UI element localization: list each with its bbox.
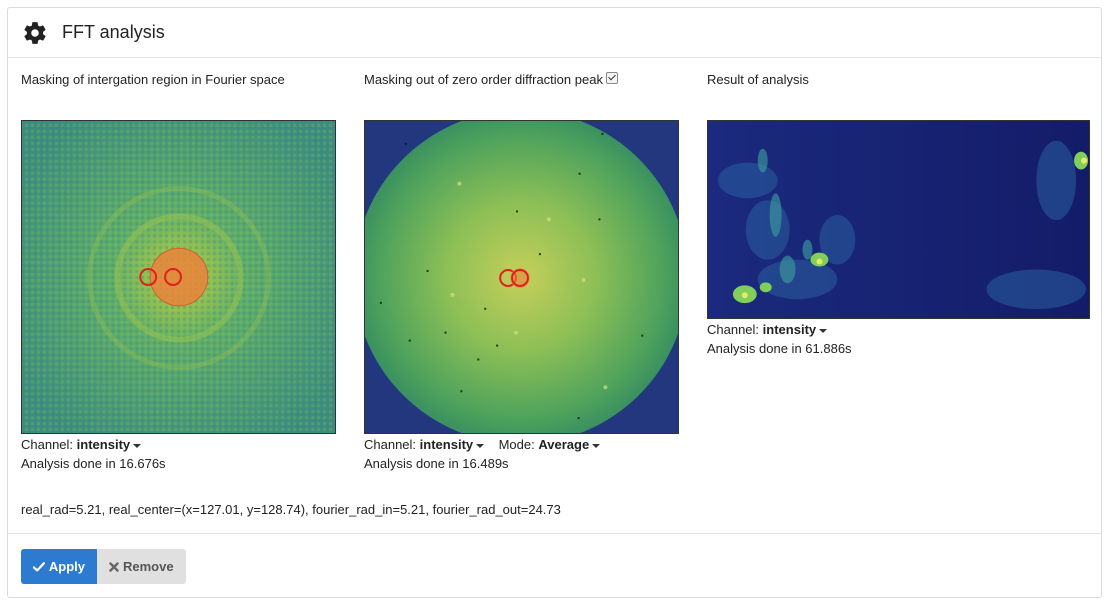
caret-down-icon bbox=[476, 443, 485, 448]
mode-label: Mode: bbox=[498, 437, 535, 452]
check-icon bbox=[33, 561, 45, 571]
channel-value: intensity bbox=[76, 437, 131, 452]
channel-label: Channel: bbox=[364, 437, 417, 452]
remove-button-label: Remove bbox=[123, 559, 174, 574]
column-zero-order-mask: Masking out of zero order diffraction pe… bbox=[364, 71, 618, 87]
analysis-parameters: real_rad=5.21, real_center=(x=127.01, y=… bbox=[21, 502, 561, 517]
column-fourier-mask: Masking of intergation region in Fourier… bbox=[21, 72, 285, 87]
channel-label: Channel: bbox=[707, 322, 760, 337]
footer-divider bbox=[8, 533, 1101, 534]
column-meta: Channel: intensity Mode: Average Analysi… bbox=[364, 435, 601, 473]
channel-label: Channel: bbox=[21, 437, 74, 452]
caret-down-icon bbox=[133, 443, 142, 448]
result-image[interactable] bbox=[707, 120, 1090, 319]
panel-header: FFT analysis bbox=[8, 8, 1101, 58]
gear-icon bbox=[24, 21, 46, 44]
column-meta: Channel: intensity Analysis done in 16.6… bbox=[21, 435, 166, 473]
apply-button[interactable]: Apply bbox=[21, 549, 97, 584]
caret-down-icon bbox=[592, 443, 601, 448]
channel-value: intensity bbox=[762, 322, 817, 337]
zero-order-checkbox[interactable] bbox=[605, 71, 618, 84]
mode-dropdown[interactable]: Average bbox=[538, 437, 601, 452]
analysis-status: Analysis done in 16.489s bbox=[364, 456, 509, 471]
column-title-text: Masking out of zero order diffraction pe… bbox=[364, 72, 603, 87]
analysis-status: Analysis done in 16.676s bbox=[21, 456, 166, 471]
channel-dropdown[interactable]: intensity bbox=[76, 437, 142, 452]
column-title: Masking out of zero order diffraction pe… bbox=[364, 71, 618, 87]
analysis-status: Analysis done in 61.886s bbox=[707, 341, 852, 356]
column-result: Result of analysis bbox=[707, 72, 809, 87]
fft-analysis-panel: FFT analysis Masking of intergation regi… bbox=[7, 7, 1102, 598]
channel-dropdown[interactable]: intensity bbox=[762, 322, 828, 337]
mode-value: Average bbox=[538, 437, 590, 452]
channel-value: intensity bbox=[419, 437, 474, 452]
apply-button-label: Apply bbox=[48, 559, 85, 574]
panel-title: FFT analysis bbox=[62, 22, 165, 42]
x-icon bbox=[109, 561, 119, 572]
column-title: Masking of intergation region in Fourier… bbox=[21, 72, 285, 87]
remove-button[interactable]: Remove bbox=[97, 549, 186, 584]
zero-order-image[interactable] bbox=[364, 120, 679, 434]
column-meta: Channel: intensity Analysis done in 61.8… bbox=[707, 320, 852, 358]
channel-dropdown[interactable]: intensity bbox=[419, 437, 485, 452]
caret-down-icon bbox=[819, 328, 828, 333]
fourier-mask-image[interactable] bbox=[21, 120, 336, 434]
column-title: Result of analysis bbox=[707, 72, 809, 87]
